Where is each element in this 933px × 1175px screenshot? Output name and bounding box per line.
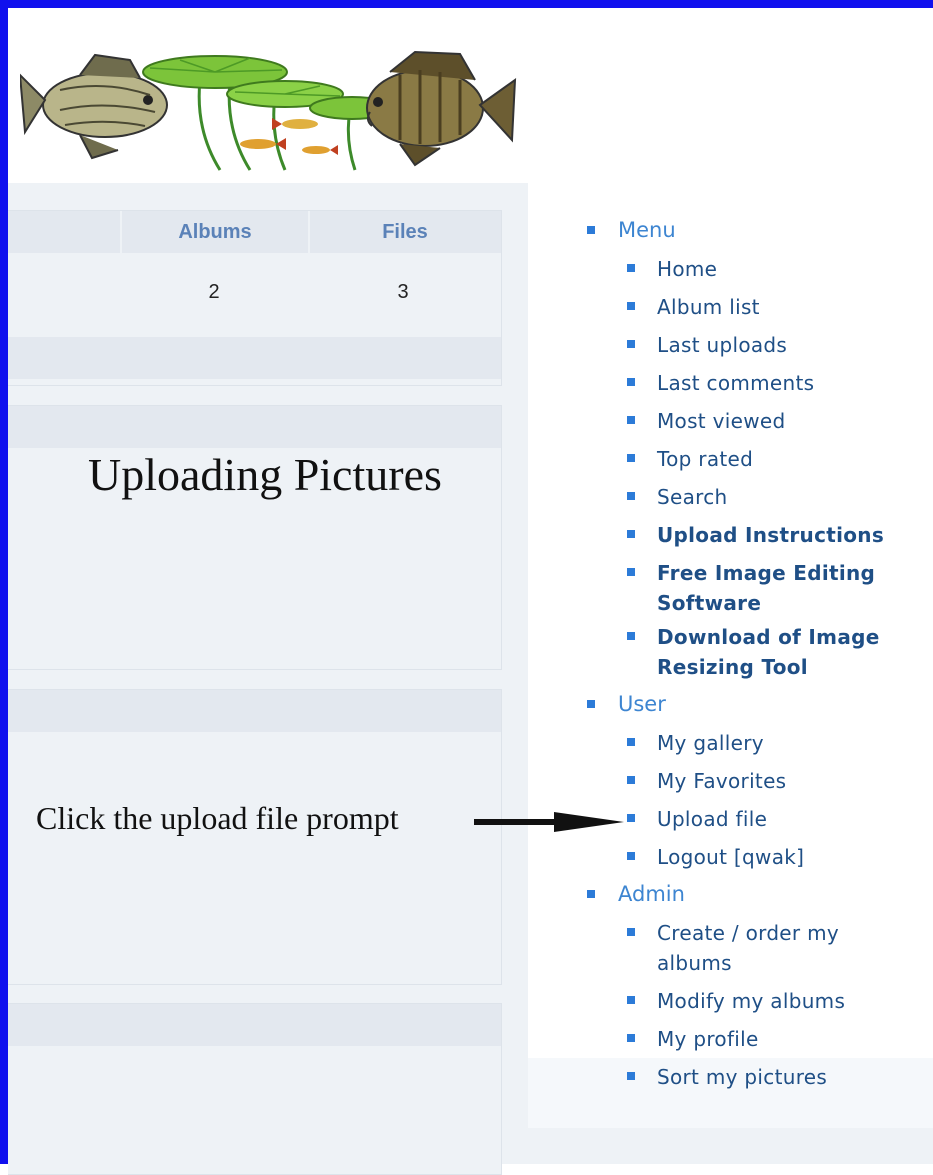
sidebar-item-label[interactable]: Free Image Editing Software — [657, 558, 927, 618]
sidebar-section-admin-label[interactable]: Admin — [618, 880, 685, 908]
albums-column-header: Albums — [122, 211, 310, 253]
sidebar-item-label[interactable]: Top rated — [657, 444, 753, 474]
sidebar-item-label[interactable]: Sort my pictures — [657, 1062, 827, 1092]
sidebar-item-create-order-albums[interactable]: Create / order my albums — [627, 918, 867, 978]
sidebar-item-my-favorites[interactable]: My Favorites — [627, 766, 927, 796]
sidebar-item-label[interactable]: Download of Image Resizing Tool — [657, 622, 927, 682]
files-count: 3 — [397, 281, 409, 303]
sidebar-item-label[interactable]: Modify my albums — [657, 986, 845, 1016]
sidebar-item-my-gallery[interactable]: My gallery — [627, 728, 927, 758]
tutorial-callout: Click the upload file prompt — [36, 800, 399, 836]
sidebar-footer-band-2 — [528, 1128, 933, 1164]
content-panel-2-header — [8, 690, 501, 732]
bullet-icon — [587, 700, 595, 708]
sidebar-item-label[interactable]: Home — [657, 254, 717, 284]
content-panel-3-header — [8, 1004, 501, 1046]
content-panel-1-header — [8, 406, 501, 448]
stats-table-footer — [8, 337, 501, 379]
sidebar-item-label[interactable]: Most viewed — [657, 406, 785, 436]
bullet-icon — [627, 852, 635, 860]
window-frame-top — [0, 0, 933, 8]
bullet-icon — [587, 890, 595, 898]
content-panel-3 — [8, 1003, 502, 1175]
callout-arrow-icon — [474, 812, 624, 832]
sidebar-item-search[interactable]: Search — [627, 482, 927, 512]
bullet-icon — [627, 996, 635, 1004]
stats-header-blank — [8, 211, 122, 253]
bullet-icon — [627, 264, 635, 272]
bullet-icon — [627, 1034, 635, 1042]
bullet-icon — [627, 738, 635, 746]
sidebar-item-label[interactable]: Last uploads — [657, 330, 787, 360]
stats-row-blank — [8, 253, 120, 337]
bullet-icon — [627, 814, 635, 822]
sidebar-item-download-image-resizing-tool[interactable]: Download of Image Resizing Tool — [627, 622, 927, 682]
bullet-icon — [627, 378, 635, 386]
sidebar-item-label[interactable]: Upload file — [657, 804, 767, 834]
sidebar-item-upload-file[interactable]: Upload file — [627, 804, 927, 834]
sidebar-section-admin[interactable]: Admin — [587, 880, 685, 908]
albums-count: 2 — [208, 281, 220, 303]
sidebar-item-album-list[interactable]: Album list — [627, 292, 927, 322]
bullet-icon — [627, 928, 635, 936]
sidebar-item-upload-instructions[interactable]: Upload Instructions — [627, 520, 927, 550]
sidebar-item-free-image-editing-software[interactable]: Free Image Editing Software — [627, 558, 927, 618]
bullet-icon — [627, 1072, 635, 1080]
sidebar-section-menu[interactable]: Menu — [587, 216, 676, 244]
bullet-icon — [627, 340, 635, 348]
banner-fish-logo — [20, 50, 517, 171]
sidebar-section-user-label[interactable]: User — [618, 690, 666, 718]
sidebar-item-my-profile[interactable]: My profile — [627, 1024, 927, 1054]
bullet-icon — [627, 530, 635, 538]
sidebar-item-label[interactable]: Logout [qwak] — [657, 842, 804, 872]
sidebar-item-modify-my-albums[interactable]: Modify my albums — [627, 986, 927, 1016]
sidebar-item-home[interactable]: Home — [627, 254, 927, 284]
sidebar-item-logout[interactable]: Logout [qwak] — [627, 842, 927, 872]
main-content-column: Albums Files 2 3 — [8, 183, 528, 1175]
window-frame-left — [0, 0, 8, 1164]
tutorial-heading: Uploading Pictures — [88, 449, 442, 500]
bullet-icon — [627, 454, 635, 462]
stats-table-row: 2 3 — [8, 253, 501, 337]
sidebar-item-label[interactable]: My gallery — [657, 728, 764, 758]
bullet-icon — [587, 226, 595, 234]
content-panel-2 — [8, 689, 502, 985]
sidebar-item-sort-my-pictures[interactable]: Sort my pictures — [627, 1062, 927, 1092]
sidebar-item-label[interactable]: My Favorites — [657, 766, 786, 796]
sidebar-item-label[interactable]: My profile — [657, 1024, 759, 1054]
sidebar-item-top-rated[interactable]: Top rated — [627, 444, 927, 474]
bullet-icon — [627, 776, 635, 784]
sidebar-item-label[interactable]: Search — [657, 482, 728, 512]
sidebar-item-last-uploads[interactable]: Last uploads — [627, 330, 927, 360]
sidebar-item-label[interactable]: Create / order my albums — [657, 918, 867, 978]
stats-table-header: Albums Files — [8, 211, 501, 253]
sidebar-item-last-comments[interactable]: Last comments — [627, 368, 927, 398]
sidebar-item-most-viewed[interactable]: Most viewed — [627, 406, 927, 436]
sidebar-section-user[interactable]: User — [587, 690, 666, 718]
bullet-icon — [627, 632, 635, 640]
files-column-header: Files — [382, 220, 428, 243]
bullet-icon — [627, 492, 635, 500]
bullet-icon — [627, 416, 635, 424]
content-panel-1 — [8, 405, 502, 670]
stats-panel: Albums Files 2 3 — [8, 210, 502, 386]
sidebar-item-label[interactable]: Last comments — [657, 368, 814, 398]
bullet-icon — [627, 568, 635, 576]
sidebar-item-label[interactable]: Upload Instructions — [657, 520, 884, 550]
sidebar-item-label[interactable]: Album list — [657, 292, 760, 322]
bullet-icon — [627, 302, 635, 310]
sidebar-section-menu-label[interactable]: Menu — [618, 216, 676, 244]
